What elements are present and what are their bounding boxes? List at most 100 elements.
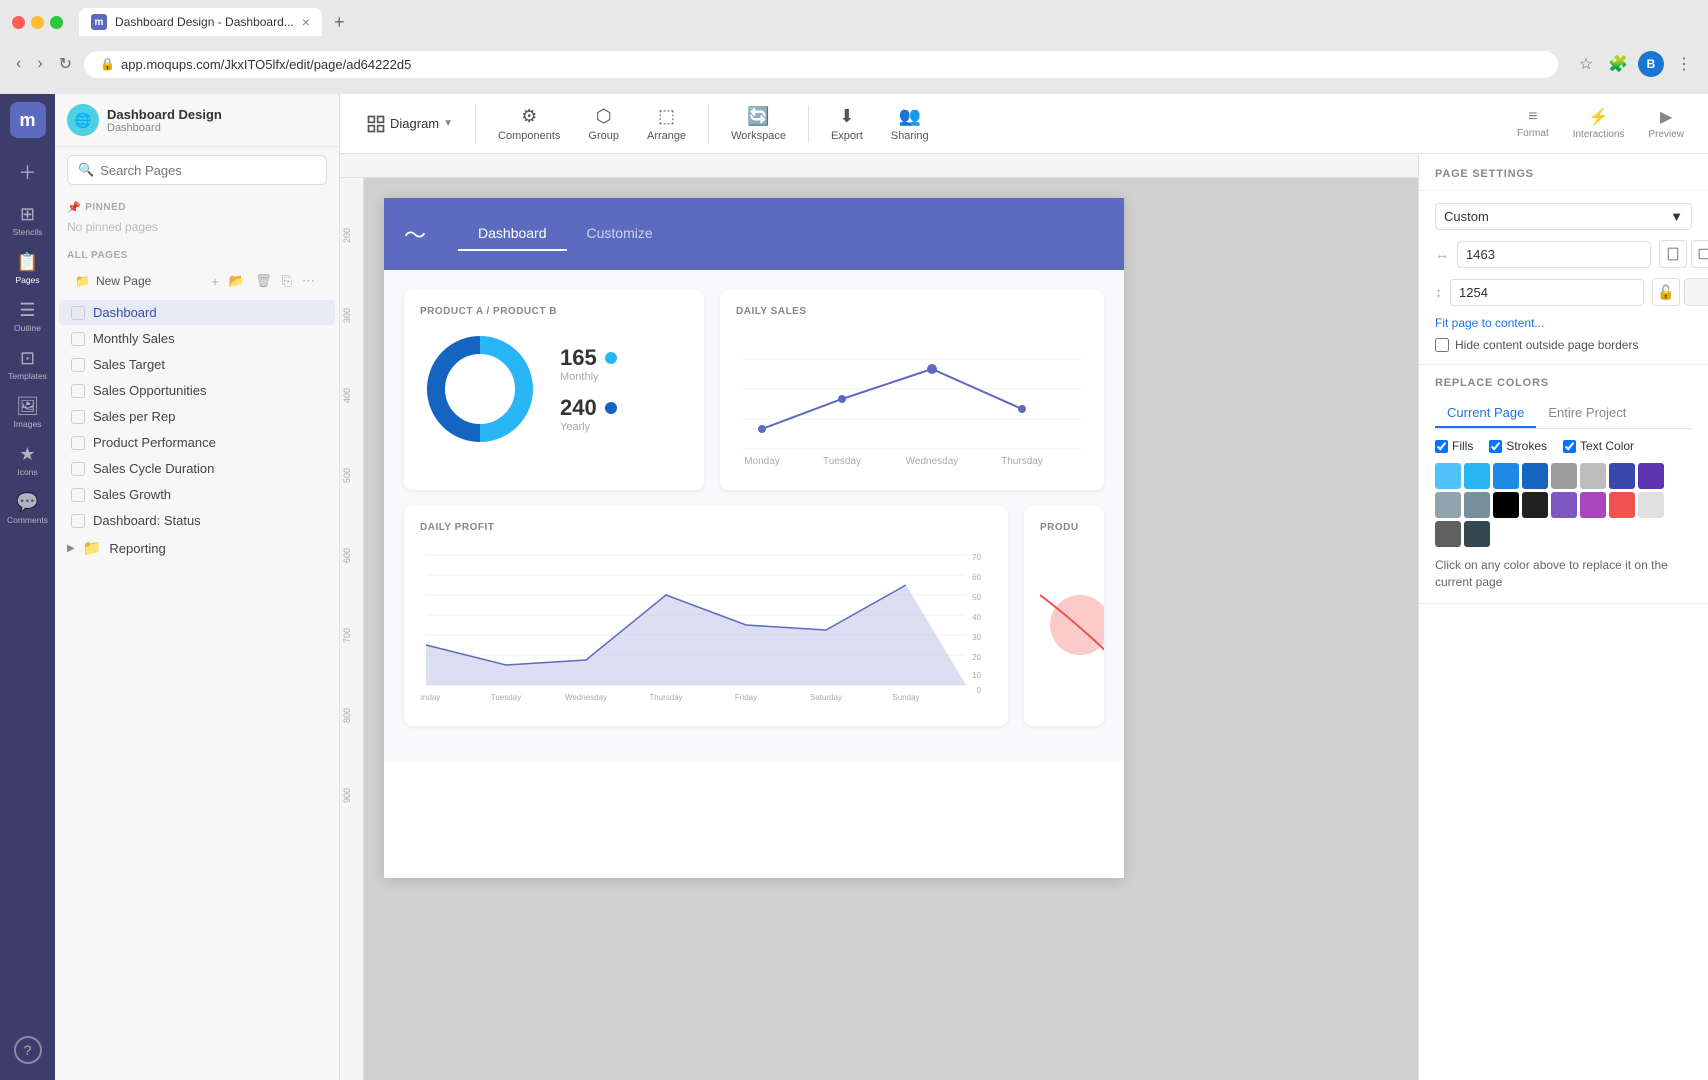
page-item-dashboard-status[interactable]: Dashboard: Status <box>59 508 335 533</box>
extensions-icon[interactable]: 🧩 <box>1606 52 1630 76</box>
color-swatch-2[interactable] <box>1493 463 1519 489</box>
color-swatch-1[interactable] <box>1464 463 1490 489</box>
color-swatch-0[interactable] <box>1435 463 1461 489</box>
browser-tab[interactable]: m Dashboard Design - Dashboard... × <box>79 8 322 36</box>
back-button[interactable]: ‹ <box>12 51 25 77</box>
components-button[interactable]: ⚙ Components <box>488 100 570 148</box>
color-swatch-9[interactable] <box>1464 492 1490 518</box>
close-button[interactable] <box>12 16 25 29</box>
canvas-tab-dashboard[interactable]: Dashboard <box>458 217 567 251</box>
page-item-sales-per-rep[interactable]: Sales per Rep <box>59 404 335 429</box>
sidebar-item-templates[interactable]: ⊡ Templates <box>6 342 50 386</box>
color-swatch-4[interactable] <box>1551 463 1577 489</box>
page-checkbox-sales-target[interactable] <box>71 358 85 372</box>
sharing-button[interactable]: 👥 Sharing <box>881 100 939 148</box>
color-swatch-6[interactable] <box>1609 463 1635 489</box>
page-checkbox-sales-rep[interactable] <box>71 410 85 424</box>
color-swatch-16[interactable] <box>1435 521 1461 547</box>
delete-page-button[interactable]: 🗑 <box>251 271 276 291</box>
color-swatch-8[interactable] <box>1435 492 1461 518</box>
page-item-sales-opportunities[interactable]: Sales Opportunities <box>59 378 335 403</box>
current-page-tab[interactable]: Current Page <box>1435 399 1536 428</box>
hide-content-checkbox[interactable] <box>1435 338 1449 352</box>
page-checkbox-dashboard[interactable] <box>71 306 85 320</box>
sidebar-item-stencils[interactable]: ⊞ Stencils <box>6 198 50 242</box>
page-item-monthly-sales[interactable]: Monthly Sales <box>59 326 335 351</box>
diagram-button[interactable]: Diagram ▼ <box>356 108 463 140</box>
arrange-button[interactable]: ⬚ Arrange <box>637 100 696 148</box>
color-swatch-5[interactable] <box>1580 463 1606 489</box>
strokes-checkbox-label[interactable]: Strokes <box>1489 439 1547 453</box>
page-item-dashboard[interactable]: Dashboard <box>59 300 335 325</box>
fills-checkbox-label[interactable]: Fills <box>1435 439 1473 453</box>
preview-button[interactable]: ▶ Preview <box>1640 103 1692 144</box>
color-swatch-15[interactable] <box>1638 492 1664 518</box>
text-color-checkbox-label[interactable]: Text Color <box>1563 439 1634 453</box>
minimize-button[interactable] <box>31 16 44 29</box>
interactions-button[interactable]: ⚡ Interactions <box>1565 103 1633 144</box>
canvas-area[interactable]: 〜 Dashboard Customize <box>364 178 1418 1080</box>
width-input[interactable] <box>1457 241 1651 268</box>
tab-close-button[interactable]: × <box>302 14 310 30</box>
fit-page-link[interactable]: Fit page to content... <box>1435 316 1692 330</box>
sidebar-item-images[interactable]: 🖼 Images <box>6 390 50 434</box>
landscape-button[interactable] <box>1691 240 1708 268</box>
text-color-checkbox[interactable] <box>1563 440 1576 453</box>
color-swatch-10[interactable] <box>1493 492 1519 518</box>
more-options-button[interactable]: ⋯ <box>298 271 319 291</box>
color-swatch-13[interactable] <box>1580 492 1606 518</box>
sidebar-item-add[interactable]: ＋ <box>6 150 50 194</box>
color-swatch-17[interactable] <box>1464 521 1490 547</box>
add-folder-button[interactable]: 📂 <box>225 271 249 291</box>
sidebar-item-comments[interactable]: 💬 Comments <box>6 486 50 530</box>
portrait-button[interactable] <box>1659 240 1687 268</box>
format-select[interactable]: Custom ▼ <box>1435 203 1692 230</box>
folder-item-reporting[interactable]: ▶ 📁 Reporting <box>55 534 339 562</box>
workspace-button[interactable]: 🔄 Workspace <box>721 100 796 148</box>
search-input[interactable] <box>100 163 316 178</box>
strokes-checkbox[interactable] <box>1489 440 1502 453</box>
user-avatar[interactable]: B <box>1638 51 1664 77</box>
forward-button[interactable]: › <box>33 51 46 77</box>
color-swatch-14[interactable] <box>1609 492 1635 518</box>
search-box[interactable]: 🔍 <box>67 155 327 185</box>
color-swatch-3[interactable] <box>1522 463 1548 489</box>
page-checkbox-sales-opp[interactable] <box>71 384 85 398</box>
url-box[interactable]: 🔒 app.moqups.com/JkxITO5lfx/edit/page/ad… <box>84 51 1558 78</box>
project-icon: 🌐 <box>67 104 99 136</box>
color-picker-button[interactable] <box>1684 278 1708 306</box>
duplicate-page-button[interactable]: ⎘ <box>278 271 296 291</box>
page-checkbox-sales-growth[interactable] <box>71 488 85 502</box>
menu-icon[interactable]: ⋮ <box>1672 52 1696 76</box>
sidebar-item-outline[interactable]: ☰ Outline <box>6 294 50 338</box>
fullscreen-button[interactable] <box>50 16 63 29</box>
sidebar-item-icons[interactable]: ★ Icons <box>6 438 50 482</box>
height-input[interactable] <box>1450 279 1644 306</box>
sidebar-item-pages[interactable]: 📋 Pages <box>6 246 50 290</box>
format-button[interactable]: ≡ Format <box>1509 104 1557 143</box>
new-page-button[interactable]: 📁 New Page + 📂 🗑 ⎘ ⋯ <box>67 267 327 295</box>
canvas-tab-customize[interactable]: Customize <box>567 217 673 251</box>
group-button[interactable]: ⬡ Group <box>578 100 629 148</box>
page-item-sales-cycle[interactable]: Sales Cycle Duration <box>59 456 335 481</box>
new-tab-button[interactable]: + <box>330 8 349 37</box>
page-item-sales-target[interactable]: Sales Target <box>59 352 335 377</box>
page-item-product-performance[interactable]: Product Performance <box>59 430 335 455</box>
color-swatch-12[interactable] <box>1551 492 1577 518</box>
entire-project-tab[interactable]: Entire Project <box>1536 399 1638 428</box>
page-checkbox-dashboard-status[interactable] <box>71 514 85 528</box>
page-checkbox-monthly-sales[interactable] <box>71 332 85 346</box>
help-button[interactable]: ? <box>14 1036 42 1064</box>
export-button[interactable]: ⬇ Export <box>821 100 873 148</box>
bookmark-icon[interactable]: ☆ <box>1574 52 1598 76</box>
color-swatch-7[interactable] <box>1638 463 1664 489</box>
fills-checkbox[interactable] <box>1435 440 1448 453</box>
page-item-sales-growth[interactable]: Sales Growth <box>59 482 335 507</box>
color-swatch-11[interactable] <box>1522 492 1548 518</box>
page-checkbox-product-perf[interactable] <box>71 436 85 450</box>
add-page-button[interactable]: + <box>207 271 223 291</box>
lock-aspect-button[interactable]: 🔓 <box>1652 278 1680 306</box>
refresh-button[interactable]: ↻ <box>55 50 76 78</box>
page-checkbox-sales-cycle[interactable] <box>71 462 85 476</box>
app-logo[interactable]: m <box>10 102 46 138</box>
